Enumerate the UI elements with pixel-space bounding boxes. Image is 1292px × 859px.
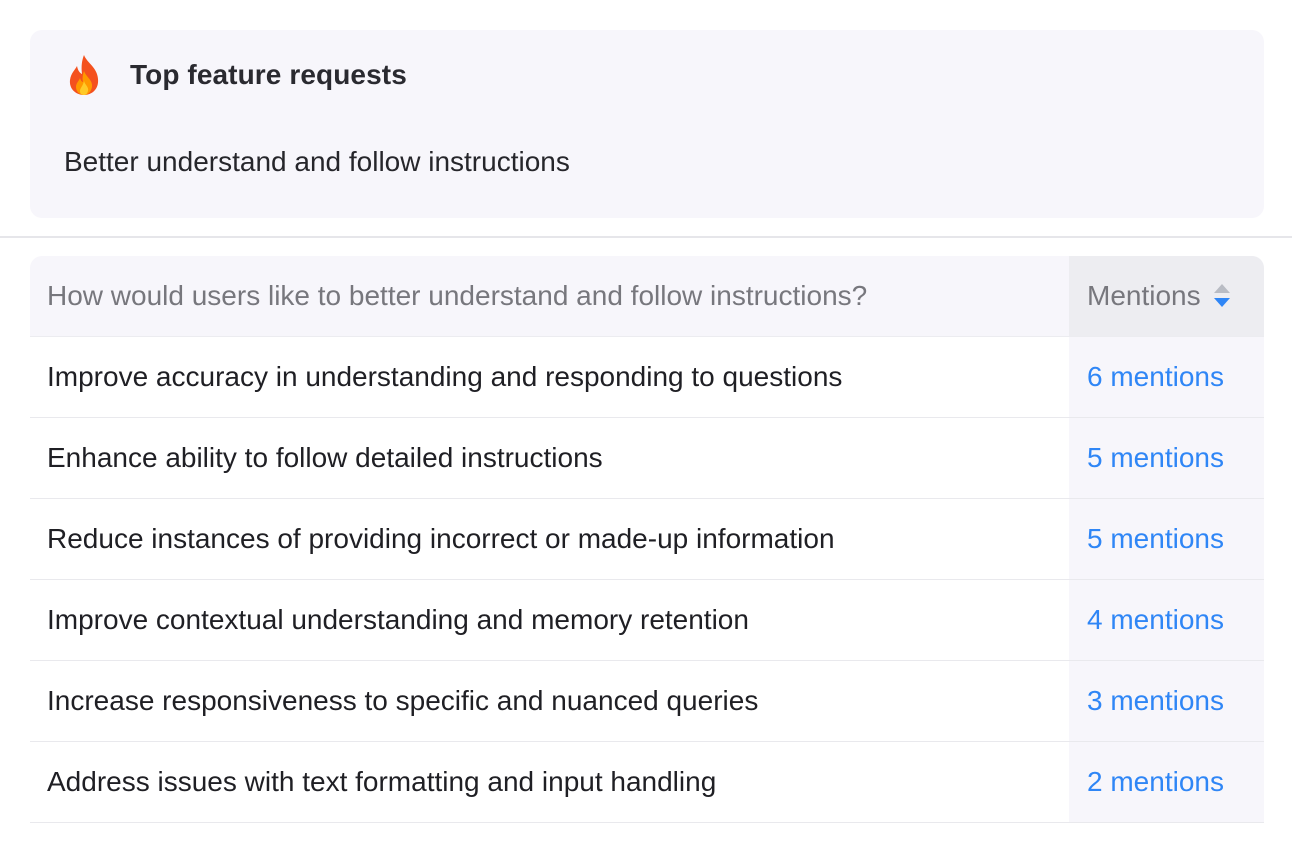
table-row: Reduce instances of providing incorrect … (30, 499, 1264, 580)
mentions-link[interactable]: 6 mentions (1087, 361, 1224, 393)
request-label: Improve accuracy in understanding and re… (30, 337, 1069, 417)
mentions-link[interactable]: 5 mentions (1087, 523, 1224, 555)
table-header: How would users like to better understan… (30, 256, 1264, 337)
table-row: Increase responsiveness to specific and … (30, 661, 1264, 742)
mentions-link[interactable]: 4 mentions (1087, 604, 1224, 636)
question-column-header: How would users like to better understan… (47, 280, 868, 311)
mentions-link[interactable]: 5 mentions (1087, 442, 1224, 474)
mentions-column-header[interactable]: Mentions (1069, 256, 1264, 336)
card-summary-text: Better understand and follow instruction… (64, 146, 570, 177)
mentions-cell: 5 mentions (1069, 499, 1264, 579)
request-label: Address issues with text formatting and … (30, 742, 1069, 822)
mentions-cell: 6 mentions (1069, 337, 1264, 417)
table-row: Address issues with text formatting and … (30, 742, 1264, 823)
mentions-cell: 3 mentions (1069, 661, 1264, 741)
table-row: Improve contextual understanding and mem… (30, 580, 1264, 661)
sort-updown-icon[interactable] (1213, 282, 1231, 310)
mentions-link[interactable]: 3 mentions (1087, 685, 1224, 717)
fire-icon (64, 53, 104, 97)
request-label: Increase responsiveness to specific and … (30, 661, 1069, 741)
request-label: Reduce instances of providing incorrect … (30, 499, 1069, 579)
mentions-header-label: Mentions (1087, 280, 1201, 311)
mentions-cell: 5 mentions (1069, 418, 1264, 498)
request-label: Improve contextual understanding and mem… (30, 580, 1069, 660)
mentions-cell: 4 mentions (1069, 580, 1264, 660)
mentions-link[interactable]: 2 mentions (1087, 766, 1224, 798)
table-body: Improve accuracy in understanding and re… (30, 337, 1264, 823)
request-label: Enhance ability to follow detailed instr… (30, 418, 1069, 498)
feature-requests-page: Top feature requests Better understand a… (0, 0, 1292, 859)
requests-table: How would users like to better understan… (30, 256, 1264, 823)
table-row: Enhance ability to follow detailed instr… (30, 418, 1264, 499)
card-title: Top feature requests (130, 59, 407, 90)
mentions-cell: 2 mentions (1069, 742, 1264, 822)
summary-card: Top feature requests Better understand a… (30, 30, 1264, 218)
card-header: Top feature requests (64, 52, 407, 98)
section-divider (0, 236, 1292, 238)
table-row: Improve accuracy in understanding and re… (30, 337, 1264, 418)
